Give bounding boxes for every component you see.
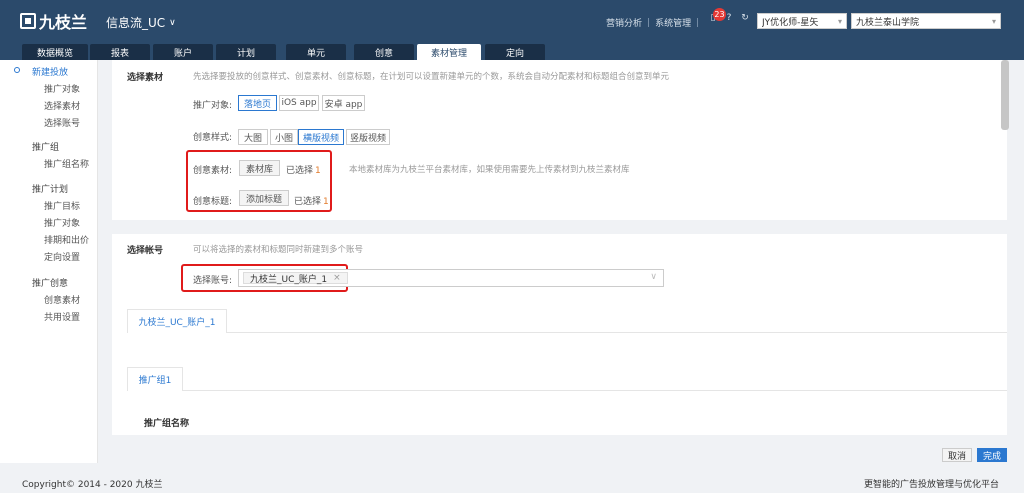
- tab-unit[interactable]: 单元: [286, 44, 346, 60]
- link-marketing-analysis[interactable]: 营销分析: [606, 16, 642, 29]
- sidebar-item-select-material[interactable]: 选择素材: [44, 99, 80, 112]
- tab-targeting[interactable]: 定向: [485, 44, 545, 60]
- selected-number: 1: [315, 166, 321, 176]
- cancel-button[interactable]: 取消: [942, 448, 972, 462]
- close-icon[interactable]: ×: [333, 273, 341, 283]
- main-nav-tabs: 数据概览 报表 账户 计划 单元 创意 素材管理 定向: [0, 42, 1024, 60]
- selected-account-tag: 九枝兰_UC_账户_1 ×: [243, 272, 348, 285]
- link-system-management[interactable]: 系统管理: [655, 16, 691, 29]
- tab-reports[interactable]: 报表: [90, 44, 150, 60]
- style-option-vertical-video[interactable]: 竖版视频: [346, 129, 390, 145]
- sidebar-item-schedule-bid[interactable]: 排期和出价: [44, 233, 89, 246]
- top-bar: 九枝兰 信息流_UC ∨ 营销分析 | 系统管理 | ▯ ? ↻ 23 JY优化…: [0, 0, 1024, 42]
- logo-icon: [20, 13, 36, 29]
- account-hint: 可以将选择的素材和标题同时新建到多个账号: [193, 245, 364, 255]
- done-button[interactable]: 完成: [977, 448, 1007, 462]
- chevron-down-icon: ∨: [650, 272, 657, 282]
- page-footer: Copyright© 2014 - 2020 九枝兰 更智能的广告投放管理与优化…: [0, 471, 1024, 493]
- tab-plan[interactable]: 计划: [216, 44, 276, 60]
- selected-number: 1: [323, 197, 329, 207]
- active-step-icon: [14, 67, 20, 73]
- sidebar-item-promo-goal[interactable]: 推广目标: [44, 199, 80, 212]
- link-separator: |: [647, 17, 651, 28]
- slogan: 更智能的广告投放管理与优化平台: [864, 480, 1000, 490]
- section-title-material: 选择素材: [127, 73, 164, 83]
- sidebar-item-plan-promo-object[interactable]: 推广对象: [44, 216, 80, 229]
- vertical-scrollbar[interactable]: [1001, 60, 1009, 130]
- sidebar-item-targeting[interactable]: 定向设置: [44, 250, 80, 263]
- creative-material-label: 创意素材:: [193, 166, 233, 176]
- user-select[interactable]: JY优化师-星矢 ▾: [757, 13, 847, 29]
- copyright: Copyright© 2014 - 2020 九枝兰: [22, 480, 163, 490]
- chevron-down-icon: ▾: [991, 16, 996, 26]
- tab-account-item[interactable]: 九枝兰_UC_账户_1: [127, 309, 227, 333]
- sidebar-item-group-name[interactable]: 推广组名称: [44, 157, 89, 170]
- user-select-value: JY优化师-星矢: [762, 17, 819, 28]
- selected-account-name: 九枝兰_UC_账户_1: [250, 274, 328, 285]
- chevron-down-icon: ∨: [169, 17, 176, 28]
- title-selected-count: 已选择 1: [294, 194, 329, 207]
- org-select-value: 九枝兰泰山学院: [856, 17, 920, 28]
- creative-title-label: 创意标题:: [193, 197, 233, 207]
- sidebar-group-new-launch[interactable]: 新建投放: [32, 65, 68, 78]
- promo-object-label: 推广对象:: [193, 101, 233, 111]
- material-selected-count: 已选择 1: [286, 163, 321, 176]
- logo[interactable]: 九枝兰: [20, 11, 88, 32]
- sidebar-item-select-account[interactable]: 选择账号: [44, 116, 80, 129]
- style-option-large[interactable]: 大图: [238, 129, 268, 145]
- sidebar-item-shared-settings[interactable]: 共用设置: [44, 310, 80, 323]
- chevron-down-icon: ▾: [837, 16, 842, 26]
- logo-text: 九枝兰: [39, 13, 88, 32]
- tab-material-management[interactable]: 素材管理: [417, 44, 481, 60]
- account-select[interactable]: 九枝兰_UC_账户_1 × ∨: [238, 269, 664, 287]
- promo-option-ios-app[interactable]: iOS app: [279, 95, 319, 111]
- divider: [227, 332, 1007, 333]
- sidebar-group-promo-creative[interactable]: 推广创意: [32, 276, 68, 289]
- sidebar-group-promo-plan[interactable]: 推广计划: [32, 182, 68, 195]
- material-hint: 先选择要投放的创意样式、创意素材、创意标题，在计划可以设置新建单元的个数，系统会…: [193, 72, 670, 82]
- sidebar-item-creative-material[interactable]: 创意素材: [44, 293, 80, 306]
- notification-badge: 23: [713, 8, 726, 21]
- product-name: 信息流_UC: [106, 16, 166, 30]
- selected-label: 已选择: [294, 197, 322, 207]
- refresh-icon[interactable]: ↻: [739, 12, 751, 24]
- material-library-hint: 本地素材库为九枝兰平台素材库，如果使用需要先上传素材到九枝兰素材库: [349, 165, 630, 175]
- tab-account[interactable]: 账户: [153, 44, 213, 60]
- add-title-button[interactable]: 添加标题: [239, 190, 289, 206]
- sidebar: 新建投放 推广对象 选择素材 选择账号 推广组 推广组名称 推广计划 推广目标 …: [0, 60, 98, 463]
- group-name-label: 推广组名称: [144, 419, 190, 429]
- select-account-label: 选择账号:: [193, 276, 233, 286]
- product-switcher[interactable]: 信息流_UC ∨: [106, 14, 176, 31]
- style-option-horizontal-video[interactable]: 横版视频: [298, 129, 344, 145]
- style-option-small[interactable]: 小图: [270, 129, 298, 145]
- promo-option-landing-page[interactable]: 落地页: [238, 95, 277, 111]
- divider: [183, 390, 1007, 391]
- creative-style-label: 创意样式:: [193, 133, 233, 143]
- top-links: 营销分析 | 系统管理 |: [606, 16, 704, 30]
- tab-creative[interactable]: 创意: [354, 44, 414, 60]
- sidebar-item-promo-object[interactable]: 推广对象: [44, 82, 80, 95]
- link-separator: |: [696, 17, 700, 28]
- promo-option-android-app[interactable]: 安卓 app: [322, 95, 365, 111]
- selected-label: 已选择: [286, 166, 314, 176]
- sidebar-group-promo-group[interactable]: 推广组: [32, 140, 59, 153]
- tab-overview[interactable]: 数据概览: [22, 44, 88, 60]
- org-select[interactable]: 九枝兰泰山学院 ▾: [851, 13, 1001, 29]
- section-title-account: 选择帐号: [127, 246, 164, 256]
- material-library-button[interactable]: 素材库: [239, 160, 280, 176]
- section-divider: [112, 220, 1007, 234]
- tab-promo-group-1[interactable]: 推广组1: [127, 367, 183, 391]
